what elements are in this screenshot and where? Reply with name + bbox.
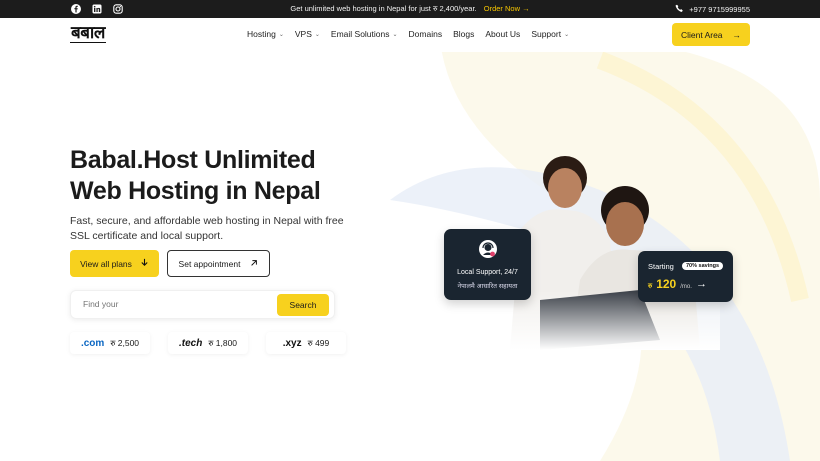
domain-tld: .tech [178, 337, 203, 349]
chevron-down-icon: ⌄ [278, 31, 284, 38]
domain-tld: .xyz [282, 337, 302, 349]
hero-title: Babal.Host Unlimited Web Hosting in Nepal [70, 146, 321, 205]
nav-item-vps[interactable]: VPS ⌄ [295, 29, 320, 39]
support-subtitle: नेपालमै आधारित सहायता [457, 283, 518, 290]
domain-prices: .com रु 2,500 .tech रु 1,800 .xyz रु 499 [70, 332, 346, 354]
domain-search: Search [70, 290, 335, 319]
nav-item-blogs[interactable]: Blogs [453, 29, 474, 39]
announcement-bar: Get unlimited web hosting in Nepal for j… [0, 0, 820, 18]
domain-price-com[interactable]: .com रु 2,500 [70, 332, 150, 354]
site-header: बबाल Hosting ⌄ VPS ⌄ Email Solutions ⌄ Doma… [0, 18, 820, 52]
domain-tld: .com [80, 337, 105, 349]
starting-price-card[interactable]: Starting 70% savings रु 120 /mo. → [638, 251, 733, 302]
savings-badge: 70% savings [682, 262, 724, 270]
nav-item-hosting[interactable]: Hosting ⌄ [247, 29, 284, 39]
phone-contact[interactable]: +977 9715999955 [675, 4, 750, 15]
arrow-down-icon [140, 258, 149, 269]
search-button[interactable]: Search [277, 294, 329, 316]
arrow-right-icon: → [732, 29, 742, 40]
domain-price-tech[interactable]: .tech रु 1,800 [168, 332, 248, 354]
currency-symbol: रु [648, 283, 653, 290]
phone-icon [675, 4, 684, 15]
promo-text: Get unlimited web hosting in Nepal for j… [290, 4, 477, 13]
price-amount: 120 [656, 277, 677, 291]
arrow-right-icon[interactable]: → [696, 278, 707, 290]
domain-price: रु 2,500 [110, 337, 140, 348]
nav-item-about-us[interactable]: About Us [485, 29, 520, 39]
domain-price-xyz[interactable]: .xyz रु 499 [266, 332, 346, 354]
nav-item-email-solutions[interactable]: Email Solutions ⌄ [331, 29, 398, 39]
arrow-up-right-icon [250, 259, 258, 269]
domain-search-input[interactable] [83, 299, 263, 309]
set-appointment-button[interactable]: Set appointment [167, 250, 270, 277]
chevron-down-icon: ⌄ [564, 31, 570, 38]
support-title: Local Support, 24/7 [457, 269, 518, 276]
main-nav: Hosting ⌄ VPS ⌄ Email Solutions ⌄ Domains B… [247, 29, 569, 39]
price-period: /mo. [680, 284, 692, 290]
phone-number: +977 9715999955 [689, 5, 750, 14]
view-all-plans-button[interactable]: View all plans [70, 250, 159, 277]
order-now-link[interactable]: Order Now → [484, 4, 530, 13]
nav-item-domains[interactable]: Domains [409, 29, 443, 39]
price-value: रु 120 /mo. [648, 277, 692, 291]
client-area-button[interactable]: Client Area → [672, 23, 750, 46]
headset-icon [478, 239, 498, 259]
hero-subtitle: Fast, secure, and affordable web hosting… [70, 215, 344, 242]
site-logo[interactable]: बबाल [70, 25, 106, 43]
domain-price: रु 1,800 [208, 337, 238, 348]
nav-item-support[interactable]: Support ⌄ [531, 29, 569, 39]
local-support-card: Local Support, 24/7 नेपालमै आधारित सहायत… [444, 229, 531, 300]
hero-photo [500, 156, 720, 350]
chevron-down-icon: ⌄ [392, 31, 398, 38]
arrow-right-icon: → [522, 4, 530, 13]
domain-price: रु 499 [307, 337, 330, 348]
starting-label: Starting [648, 262, 674, 271]
chevron-down-icon: ⌄ [314, 31, 320, 38]
